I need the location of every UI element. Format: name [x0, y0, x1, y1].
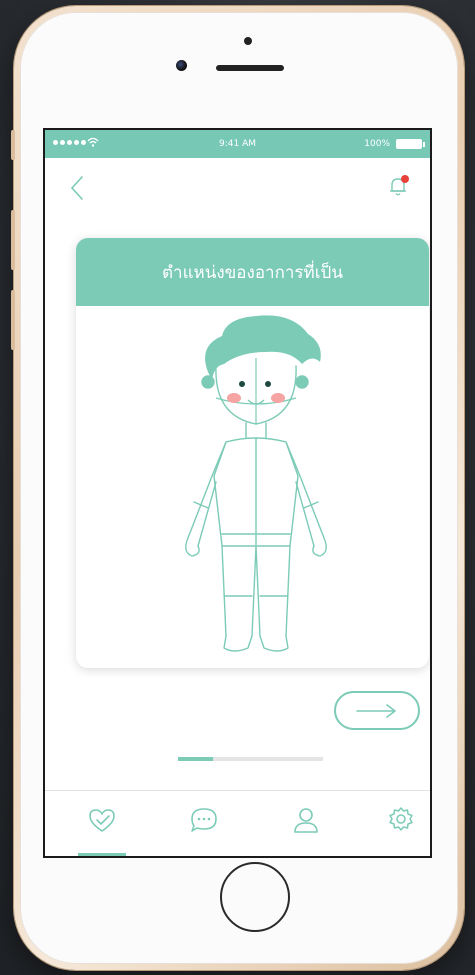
status-bar: 9:41 AM 100% [45, 130, 430, 158]
app-screen: 9:41 AM 100% ตำแหน่งของอาการที่เป็น [43, 128, 432, 858]
step-progress-bar [178, 757, 323, 761]
body-figure-illustration[interactable] [76, 306, 429, 668]
volume-up-button [11, 210, 15, 270]
chevron-left-icon[interactable] [67, 174, 89, 202]
notification-badge [401, 175, 409, 183]
heart-check-icon [89, 809, 115, 832]
volume-down-button [11, 290, 15, 350]
bell-icon[interactable] [388, 174, 410, 198]
battery-percent: 100% [364, 139, 390, 149]
arrow-right-icon [356, 703, 396, 718]
step-progress-fill [178, 757, 213, 761]
active-tab-indicator [78, 853, 126, 856]
mute-switch [11, 130, 15, 160]
card-title: ตำแหน่งของอาการที่เป็น [76, 238, 429, 306]
proximity-sensor [244, 37, 252, 45]
symptom-location-card: ตำแหน่งของอาการที่เป็น [76, 238, 429, 668]
next-button[interactable] [334, 691, 420, 730]
tab-profile[interactable] [290, 805, 322, 835]
gear-icon [389, 807, 413, 831]
tab-settings[interactable] [385, 805, 417, 835]
tab-health[interactable] [86, 805, 118, 835]
tab-bar [45, 790, 430, 856]
battery-icon [396, 139, 425, 149]
front-camera [176, 60, 187, 71]
tab-chat[interactable] [188, 805, 220, 835]
earpiece-speaker [216, 65, 284, 71]
home-button[interactable] [220, 862, 290, 932]
user-icon [294, 808, 318, 833]
chat-bubble-icon [191, 808, 217, 832]
